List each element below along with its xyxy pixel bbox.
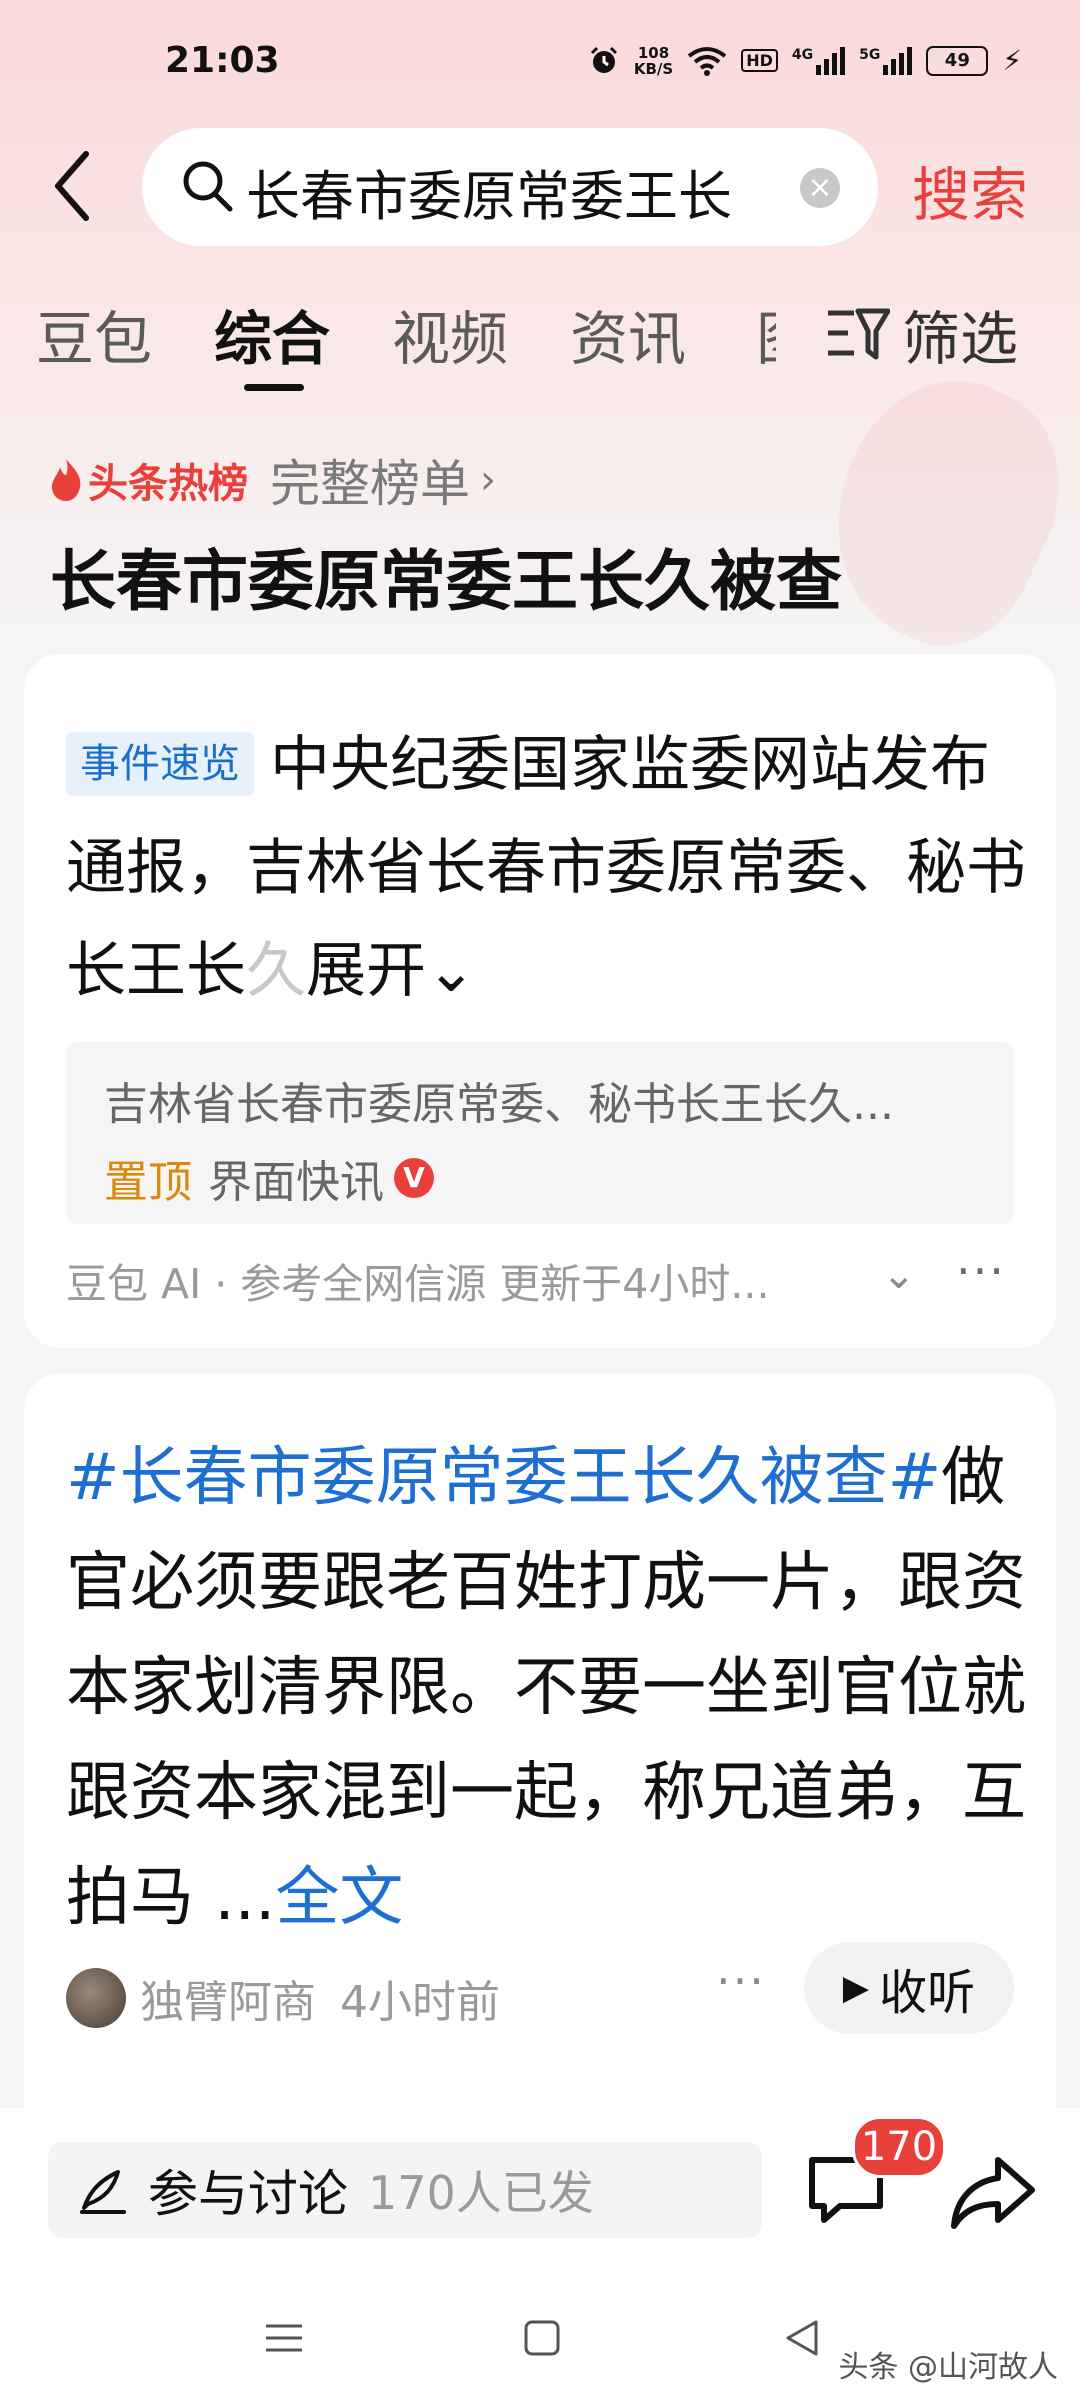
avatar[interactable] [66, 1968, 126, 2028]
author-row[interactable]: 独臂阿商 4小时前 [66, 1966, 500, 2030]
post-text[interactable]: #长春市委原常委王长久被查#做官必须要跟老百姓打成一片，跟资本家划清界限。不要一… [66, 1426, 1036, 1951]
signal-icon-5g: 5G [859, 46, 913, 75]
filter-label: 筛选 [902, 305, 1019, 373]
search-icon [183, 161, 233, 212]
discuss-input[interactable]: 参与讨论 170人已发 [48, 2142, 762, 2238]
ai-footer: 豆包 AI · 参考全网信源 更新于4小时... [66, 1260, 770, 1308]
event-card[interactable]: 事件速览 中央纪委国家监委网站发布通报，吉林省长春市委原常委、秘书长王长久展开⌄ … [24, 654, 1056, 1348]
signal-bar [840, 46, 846, 75]
post-body: 做官必须要跟老百姓打成一片，跟资本家划清界限。不要一坐到官位就跟资本家混到一起，… [66, 1441, 1026, 1935]
discuss-label: 参与讨论 [148, 2165, 348, 2223]
status-icons: 108 KB/S HD 4G 5G 49 ⚡ [588, 44, 1022, 77]
back-icon[interactable] [772, 2308, 832, 2368]
signal-bar [816, 64, 822, 75]
tab-partial[interactable]: 图 [756, 292, 776, 372]
signal-bar [883, 64, 889, 75]
source-meta: 置顶 界面快讯 V [104, 1146, 434, 1210]
net-speed-value: 108 [637, 43, 670, 62]
hot-list-label: 头条热榜 [88, 461, 248, 507]
expand-label: 展开 [306, 936, 426, 1006]
listen-label: 收听 [879, 1965, 976, 2021]
chevron-down-icon[interactable]: ⌄ [882, 1252, 916, 1298]
home-icon[interactable] [512, 2308, 572, 2368]
filter-icon [828, 308, 890, 360]
discuss-count: 170人已发 [368, 2166, 594, 2220]
alarm-icon [590, 46, 617, 73]
chevron-right-icon: › [480, 457, 496, 503]
signal-bar [824, 58, 830, 75]
clear-icon[interactable]: × [800, 168, 840, 208]
verified-icon: V [394, 1158, 434, 1198]
post-time: 4小时前 [340, 1977, 500, 2028]
hd-badge: HD [741, 49, 778, 72]
signal-bar [891, 58, 897, 75]
post-card[interactable]: #长春市委原常委王长久被查#做官必须要跟老百姓打成一片，跟资本家划清界限。不要一… [24, 1374, 1056, 2134]
battery-icon: 49 [926, 45, 989, 76]
tab-news[interactable]: 资讯 [570, 292, 686, 376]
tab-comprehensive[interactable]: 综合 [214, 292, 330, 376]
full-list-link[interactable]: 完整榜单 [270, 444, 470, 516]
author-name[interactable]: 独臂阿商 [140, 1966, 316, 2030]
tab-video[interactable]: 视频 [392, 292, 508, 376]
topic-title: 长春市委原常委王长久被查 [50, 543, 842, 620]
more-icon[interactable]: ··· [956, 1244, 1006, 1298]
status-time: 21:03 [165, 40, 280, 81]
net-speed-unit: KB/S [633, 59, 674, 78]
search-button[interactable]: 搜索 [912, 148, 1028, 232]
source-box[interactable]: 吉林省长春市委原常委、秘书长王长久... 置顶 界面快讯 V [66, 1042, 1014, 1224]
event-badge: 事件速览 [66, 732, 254, 796]
net-speed: 108 KB/S [634, 45, 673, 77]
event-text-faded: 久 [246, 936, 306, 1006]
comment-count-badge: 170 [852, 2116, 946, 2178]
chevron-down-icon: ⌄ [426, 936, 477, 1006]
flame-icon [52, 459, 81, 501]
signal-label-4g: 4G [791, 46, 814, 63]
listen-button[interactable]: ▶ 收听 [804, 1942, 1014, 2034]
status-bar: 21:03 108 KB/S HD 4G 5G 49 ⚡ [0, 40, 1080, 100]
signal-bar [832, 52, 838, 75]
pen-icon [80, 2170, 126, 2214]
watermark: 头条 @山河故人 [838, 2350, 1058, 2385]
tab-active-indicator [244, 384, 304, 391]
chevron-left-icon [55, 151, 89, 221]
signal-bar [907, 46, 913, 75]
play-icon: ▶ [842, 1968, 870, 2008]
pinned-label: 置顶 [104, 1157, 192, 1208]
source-name: 界面快讯 [208, 1157, 384, 1208]
share-icon[interactable] [948, 2152, 1038, 2232]
signal-bar [899, 52, 905, 75]
charging-icon: ⚡ [1002, 44, 1022, 77]
search-input[interactable]: 长春市委原常委王长 × [142, 128, 878, 246]
hashtag-link[interactable]: #长春市委原常委王长久被查# [66, 1441, 941, 1515]
menu-icon[interactable] [254, 2308, 314, 2368]
source-title: 吉林省长春市委原常委、秘书长王长久... [104, 1079, 894, 1130]
back-button[interactable] [52, 150, 92, 221]
hot-list-row[interactable]: 头条热榜 完整榜单 › [48, 444, 496, 516]
search-query[interactable]: 长春市委原常委王长 [246, 152, 766, 231]
expand-button[interactable]: 展开⌄ [306, 936, 476, 1006]
signal-icon: 4G [791, 46, 846, 75]
more-icon[interactable]: ··· [716, 1954, 766, 2008]
wifi-icon [687, 46, 727, 76]
tab-doubao[interactable]: 豆包 [36, 292, 152, 376]
filter-button[interactable]: 筛选 [824, 292, 1018, 376]
signal-label-5g: 5G [859, 46, 881, 63]
full-text-link[interactable]: 全文 [275, 1861, 403, 1935]
event-summary[interactable]: 事件速览 中央纪委国家监委网站发布通报，吉林省长春市委原常委、秘书长王长久展开⌄ [66, 714, 1026, 1023]
